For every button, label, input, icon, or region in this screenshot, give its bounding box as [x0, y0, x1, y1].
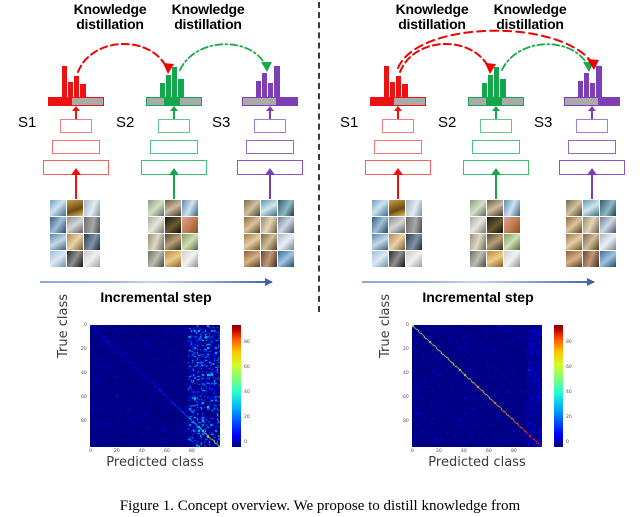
- cm-right-ytick-20: 20: [403, 347, 409, 352]
- cm-right-xtick-20: 20: [436, 449, 442, 454]
- cm-left-cbar-tick-20: 20: [244, 415, 250, 420]
- cm-right-ytick-80: 80: [403, 419, 409, 424]
- classifier-bar-s1-left: [48, 97, 104, 106]
- network-layer-1-s1-left: [60, 119, 92, 133]
- input-image-grid-s2-right: [470, 200, 520, 267]
- network-layer-2-s2-left: [150, 140, 198, 154]
- cm-left-xtick-40: 40: [139, 449, 145, 454]
- network-layer-2-s3-right: [568, 140, 616, 154]
- cm-left-cbar-tick-0: 0: [244, 440, 247, 445]
- logits-histogram-s1-right: [384, 60, 418, 97]
- classifier-bar-s2-right: [468, 97, 524, 106]
- network-layer-1-s2-right: [480, 119, 512, 133]
- network-layer-1-s2-left: [158, 119, 190, 133]
- cm-right-plot-area: [412, 325, 542, 447]
- network-layer-2-s1-left: [52, 140, 100, 154]
- student-label-s1-left: S1: [18, 114, 37, 131]
- cm-right-cbar-tick-60: 60: [566, 365, 572, 370]
- cm-left-xtick-60: 60: [164, 449, 170, 454]
- cm-right-cbar-tick-40: 40: [566, 390, 572, 395]
- network-layer-2-s3-left: [246, 140, 294, 154]
- cm-right-xtick-60: 60: [486, 449, 492, 454]
- network-layer-1-s1-right: [382, 119, 414, 133]
- logits-histogram-s2-right: [482, 60, 516, 97]
- cm-left-colorbar: [232, 325, 241, 447]
- figure-caption: Figure 1. Concept overview. We propose t…: [119, 498, 521, 514]
- cm-right-cbar-tick-20: 20: [566, 415, 572, 420]
- cm-right-ylabel: True class: [378, 293, 393, 358]
- input-image-grid-s3-left: [244, 200, 294, 267]
- incremental-step-arrow-right: [362, 278, 595, 286]
- cm-left-xtick-0: 0: [89, 449, 92, 454]
- cm-left-ylabel: True class: [56, 293, 71, 358]
- cm-right-cbar-tick-80: 80: [566, 340, 572, 345]
- panel-right: Knowledge distillation Knowledge distill…: [322, 0, 640, 315]
- student-column-s1-left: S1: [18, 0, 124, 300]
- logits-histogram-s1-left: [62, 60, 96, 97]
- cm-left-ytick-60: 60: [81, 395, 87, 400]
- input-image-grid-s3-right: [566, 200, 616, 267]
- cm-right-ytick-40: 40: [403, 371, 409, 376]
- cm-left-ytick-20: 20: [81, 347, 87, 352]
- panel-divider: [318, 2, 320, 312]
- student-label-s2-right: S2: [438, 114, 457, 131]
- cm-right-ytick-60: 60: [403, 395, 409, 400]
- input-image-grid-s1-left: [50, 200, 100, 267]
- cm-right-xlabel: Predicted class: [428, 455, 526, 470]
- cm-right-xtick-0: 0: [411, 449, 414, 454]
- cm-right-xtick-80: 80: [511, 449, 517, 454]
- cm-right-cbar-tick-0: 0: [566, 440, 569, 445]
- classifier-bar-s1-right: [370, 97, 426, 106]
- confusion-matrix-right: True class 0 20 40 60 80 0 20 40 60 80 P…: [378, 294, 582, 488]
- panel-left: Knowledge distillation Knowledge distill…: [0, 0, 318, 315]
- network-layer-2-s2-right: [472, 140, 520, 154]
- input-image-grid-s1-right: [372, 200, 422, 267]
- incremental-step-label-left: Incremental step: [100, 289, 212, 305]
- cm-left-ytick-40: 40: [81, 371, 87, 376]
- cm-left-plot-area: [90, 325, 220, 447]
- classifier-bar-s3-left: [242, 97, 298, 106]
- figure-concept-overview: Knowledge distillation Knowledge distill…: [0, 0, 640, 517]
- cm-right-colorbar: [554, 325, 563, 447]
- cm-right-ytick-0: 0: [406, 323, 409, 328]
- cm-right-xtick-40: 40: [461, 449, 467, 454]
- cm-left-cbar-tick-40: 40: [244, 390, 250, 395]
- student-label-s1-right: S1: [340, 114, 359, 131]
- student-column-s3-right: S3: [534, 0, 640, 300]
- cm-left-xlabel: Predicted class: [106, 455, 204, 470]
- cm-left-ytick-0: 0: [84, 323, 87, 328]
- network-layer-1-s3-right: [576, 119, 608, 133]
- cm-left-ytick-80: 80: [81, 419, 87, 424]
- student-label-s3-left: S3: [212, 114, 231, 131]
- classifier-bar-s2-left: [146, 97, 202, 106]
- cm-left-xtick-80: 80: [189, 449, 195, 454]
- classifier-bar-s3-right: [564, 97, 620, 106]
- cm-left-xtick-20: 20: [114, 449, 120, 454]
- input-image-grid-s2-left: [148, 200, 198, 267]
- cm-left-cbar-tick-60: 60: [244, 365, 250, 370]
- cm-left-cbar-tick-80: 80: [244, 340, 250, 345]
- logits-histogram-s2-left: [160, 60, 194, 97]
- network-layer-2-s1-right: [374, 140, 422, 154]
- student-column-s1-right: S1: [340, 0, 446, 300]
- student-column-s2-left: S2: [116, 0, 222, 300]
- student-label-s3-right: S3: [534, 114, 553, 131]
- logits-histogram-s3-left: [256, 60, 290, 97]
- logits-histogram-s3-right: [578, 60, 612, 97]
- incremental-step-arrow-left: [40, 278, 273, 286]
- network-layer-1-s3-left: [254, 119, 286, 133]
- student-column-s3-left: S3: [212, 0, 318, 300]
- student-label-s2-left: S2: [116, 114, 135, 131]
- student-column-s2-right: S2: [438, 0, 544, 300]
- incremental-step-label-right: Incremental step: [422, 289, 534, 305]
- confusion-matrix-left: True class 0 20 40 60 80 0 20 40 60 80 P…: [56, 294, 260, 488]
